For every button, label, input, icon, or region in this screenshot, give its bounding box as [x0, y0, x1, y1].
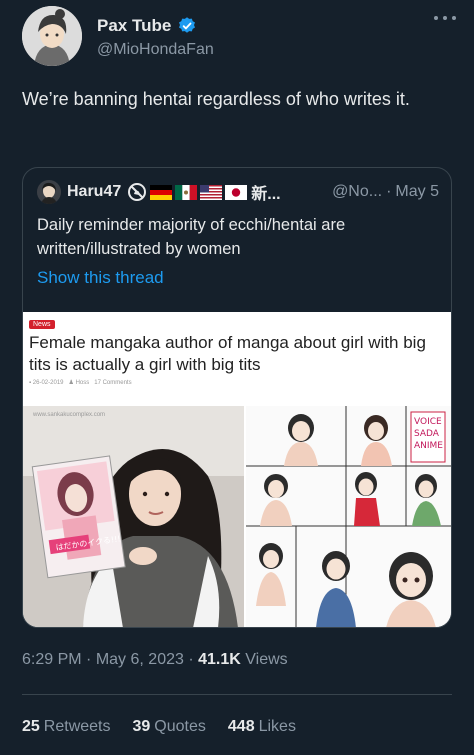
manga-collage: VOICE SADA ANIME: [246, 406, 451, 627]
quoted-author-name[interactable]: Haru47: [67, 183, 121, 201]
svg-text:VOICE: VOICE: [414, 417, 442, 427]
more-options-icon[interactable]: [434, 12, 456, 24]
retweets-label: Retweets: [43, 718, 111, 735]
show-thread-link[interactable]: Show this thread: [37, 268, 164, 288]
author-photo: www.sankakucomplex.com はだかのイクる!!!: [23, 406, 244, 627]
likes-count: 448: [227, 718, 255, 735]
anime-character-avatar-icon: [22, 6, 82, 66]
likes-stat[interactable]: 448 Likes: [228, 718, 296, 736]
divider: [22, 694, 452, 695]
quoted-tweet-date[interactable]: May 5: [395, 183, 439, 201]
tweet-time[interactable]: 6:29 PM: [22, 651, 82, 668]
no-symbol-icon: [128, 183, 147, 201]
quoted-name-suffix: 新...: [251, 186, 281, 203]
user-icon: ♟: [68, 380, 76, 386]
author-handle[interactable]: @MioHondaFan: [97, 41, 214, 59]
quotes-stat[interactable]: 39 Quotes: [133, 718, 206, 736]
quoted-tweet-text: Daily reminder majority of ecchi/hentai …: [37, 216, 346, 258]
meta-separator-2: ·: [188, 651, 194, 668]
article-comments: 17 Comments: [94, 380, 132, 386]
author-name-row: Pax Tube: [97, 16, 197, 36]
quotes-label: Quotes: [154, 718, 206, 735]
article-title: Female mangaka author of manga about gir…: [29, 333, 426, 374]
news-tag: News: [29, 320, 55, 329]
retweets-count: 25: [22, 718, 40, 735]
tweet-meta: 6:29 PM · May 6, 2023 · 41.1K Views: [22, 651, 288, 669]
views-count: 41.1K: [198, 651, 241, 668]
svg-text:SADA: SADA: [414, 429, 440, 439]
site-watermark: www.sankakucomplex.com: [32, 412, 105, 418]
japan-flag-icon: [225, 184, 248, 200]
quoted-avatar-icon: [37, 180, 61, 204]
germany-flag-icon: [150, 184, 173, 200]
tweet-text: We’re banning hentai regardless of who w…: [22, 89, 410, 109]
usa-flag-icon: [200, 184, 223, 200]
mexico-flag-icon: [175, 184, 198, 200]
quoted-tweet-header: Haru47 新... @No... · May 5: [37, 180, 439, 204]
article-author: Hoss: [75, 380, 90, 386]
tweet-header: Pax Tube @MioHondaFan: [22, 6, 462, 70]
article-date: 26-02-2019: [32, 380, 64, 386]
tweet-date[interactable]: May 6, 2023: [96, 651, 184, 668]
quoted-media-image[interactable]: News Female mangaka author of manga abou…: [23, 312, 451, 627]
likes-label: Likes: [258, 718, 296, 735]
svg-text:ANIME: ANIME: [414, 441, 443, 451]
quoted-tweet-card[interactable]: Haru47 新... @No... · May 5 Daily reminde…: [22, 167, 452, 628]
quotes-count: 39: [132, 718, 151, 735]
author-avatar[interactable]: [22, 6, 82, 66]
verified-badge-icon: [179, 17, 196, 33]
meta-separator-1: ·: [86, 651, 92, 668]
engagement-stats: 25 Retweets 39 Quotes 448 Likes: [22, 718, 296, 736]
quoted-separator: ·: [386, 183, 392, 200]
quoted-author-avatar[interactable]: [37, 180, 61, 204]
quoted-name-emojis: [127, 182, 248, 202]
views-label: Views: [245, 651, 288, 668]
author-display-name[interactable]: Pax Tube: [97, 16, 171, 36]
quoted-author-handle[interactable]: @No...: [332, 183, 382, 201]
retweets-stat[interactable]: 25 Retweets: [22, 718, 111, 736]
article-meta: ▪ 26-02-2019 ♟ Hoss 17 Comments: [29, 379, 132, 386]
